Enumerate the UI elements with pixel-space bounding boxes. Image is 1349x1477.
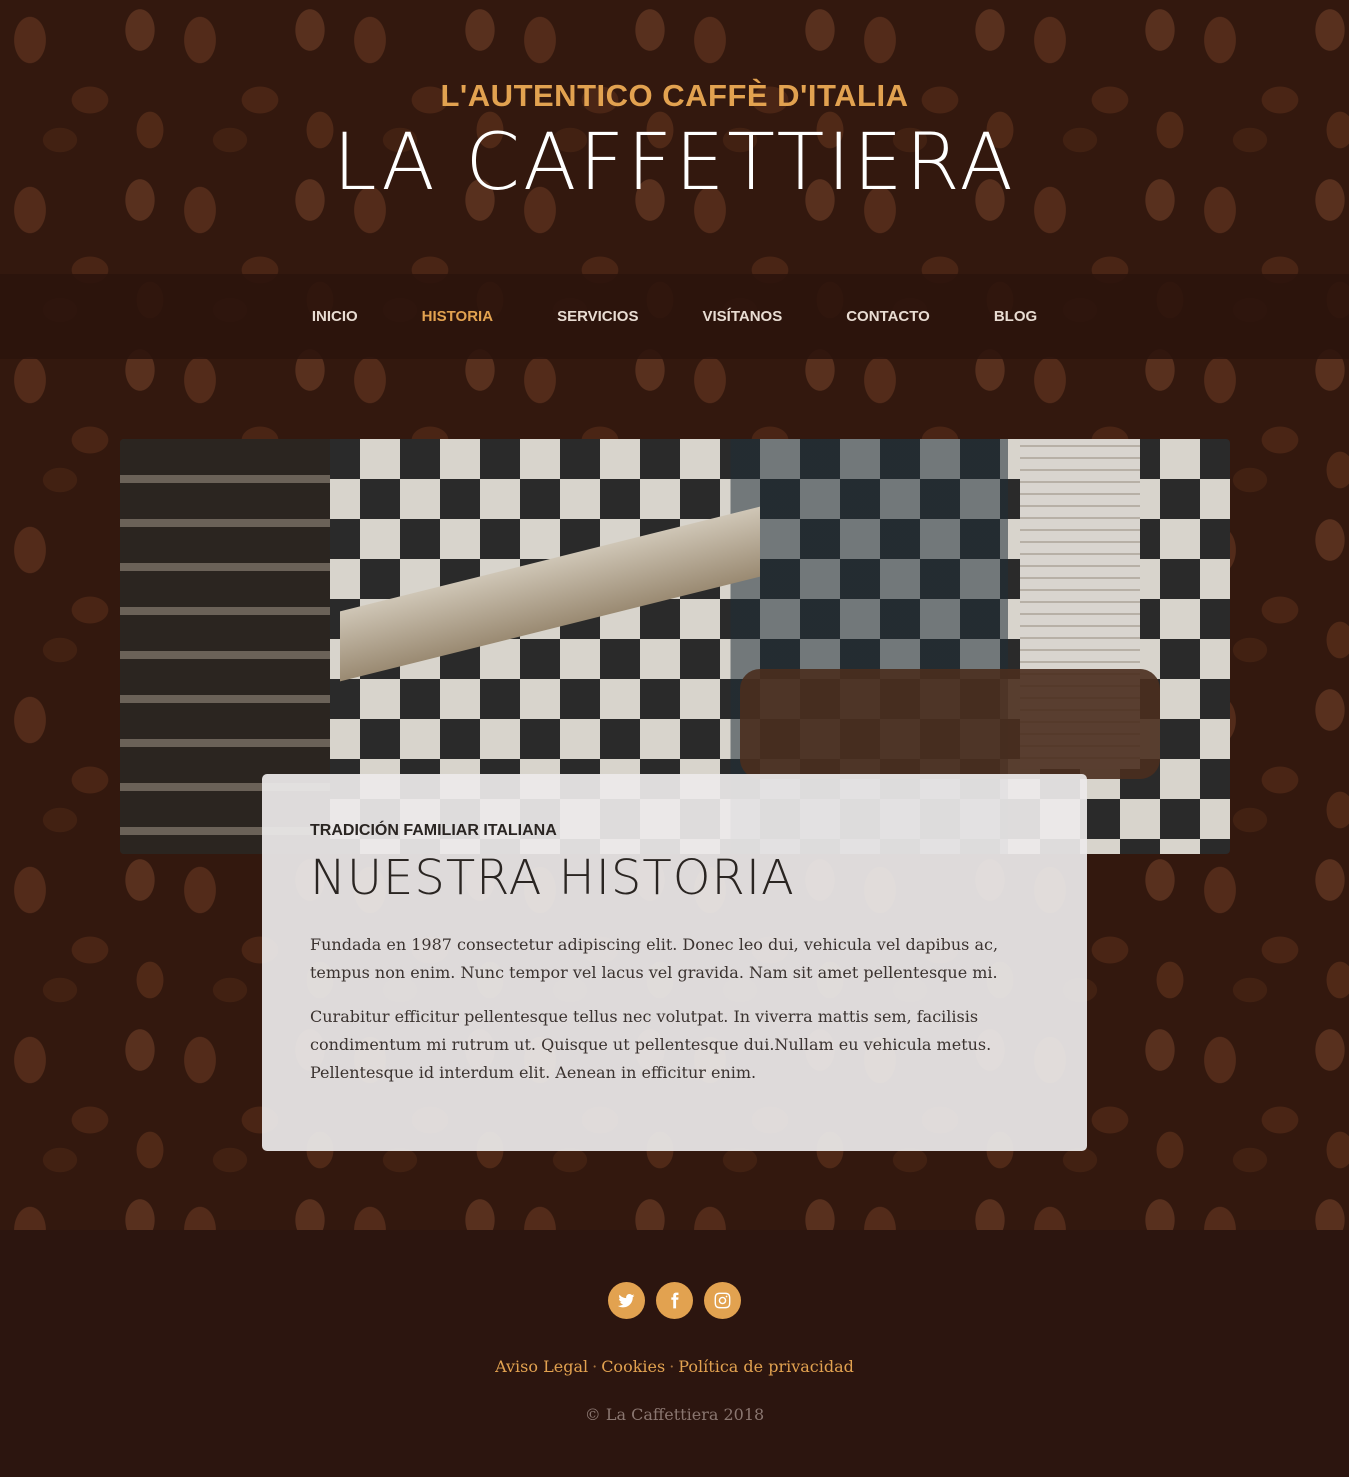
main-nav: INICIO HISTORIA SERVICIOS VISÍTANOS CONT… [0, 274, 1349, 359]
photo-sofa [740, 669, 1160, 779]
history-eyebrow: TRADICIÓN FAMILIAR ITALIANA [310, 822, 557, 839]
site-footer: Aviso Legal · Cookies · Política de privacid… [0, 1230, 1349, 1477]
photo-bar-counter [340, 506, 760, 682]
cookies-link[interactable]: Cookies [601, 1357, 665, 1376]
brand-title: LA CAFFETTIERA [333, 118, 1016, 208]
facebook-button[interactable] [656, 1282, 693, 1319]
instagram-icon [714, 1292, 731, 1309]
history-title: NUESTRA HISTORIA [310, 850, 795, 906]
history-paragraph: Curabitur efficitur pellentesque tellus … [310, 1007, 992, 1082]
nav-item-historia[interactable]: HISTORIA [390, 308, 525, 325]
social-links [0, 1282, 1349, 1319]
privacy-policy-link[interactable]: Política de privacidad [678, 1357, 854, 1376]
nav-item-contacto[interactable]: CONTACTO [814, 308, 962, 325]
history-paragraph: Fundada en 1987 consectetur adipiscing e… [310, 935, 999, 982]
tagline: L'AUTENTICO CAFFÈ D'ITALIA [440, 78, 909, 113]
nav-item-servicios[interactable]: SERVICIOS [525, 308, 670, 325]
history-card: TRADICIÓN FAMILIAR ITALIANA NUESTRA HIST… [262, 774, 1087, 1151]
instagram-button[interactable] [704, 1282, 741, 1319]
site-header: L'AUTENTICO CAFFÈ D'ITALIA LA CAFFETTIER… [0, 0, 1349, 274]
nav-item-blog[interactable]: BLOG [962, 308, 1069, 325]
nav-item-inicio[interactable]: INICIO [280, 308, 390, 325]
separator: · [669, 1357, 675, 1376]
separator: · [592, 1357, 598, 1376]
twitter-icon [617, 1294, 635, 1308]
nav-item-visitanos[interactable]: VISÍTANOS [670, 308, 814, 325]
facebook-icon [671, 1292, 679, 1309]
legal-links: Aviso Legal · Cookies · Política de privacid… [0, 1357, 1349, 1376]
twitter-button[interactable] [608, 1282, 645, 1319]
copyright: © La Caffettiera 2018 [584, 1405, 765, 1424]
legal-notice-link[interactable]: Aviso Legal [495, 1357, 588, 1376]
